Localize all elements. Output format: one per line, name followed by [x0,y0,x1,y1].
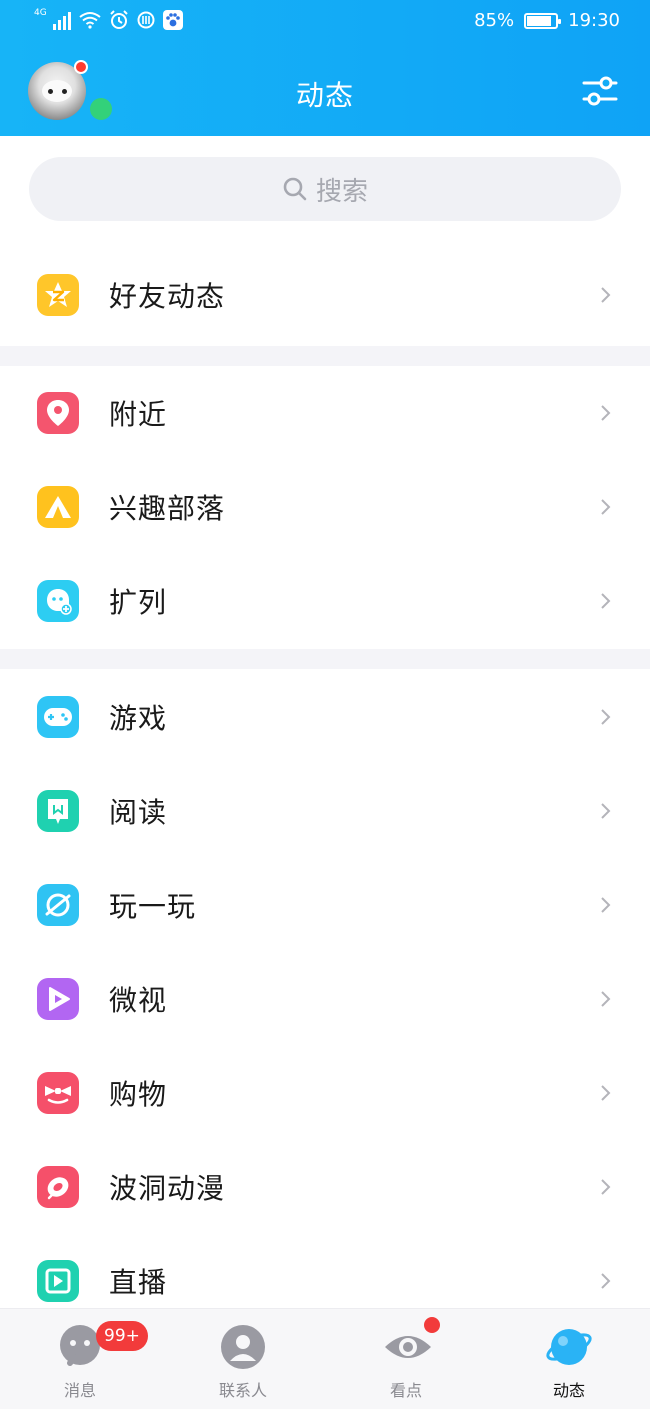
menu-item-label: 游戏 [109,702,168,735]
eye-icon [382,1317,440,1371]
tab-contacts[interactable]: 联系人 [163,1309,323,1409]
book-icon [37,790,79,832]
menu-item-label: 波洞动漫 [109,1172,226,1205]
clock: 19:30 [568,10,620,31]
planet-active-icon [545,1323,593,1371]
network-type: 4G [34,8,47,18]
menu-item-play[interactable]: 玩一玩 [0,858,650,952]
menu-item-label: 玩一玩 [109,890,197,923]
new-content-dot [424,1317,440,1333]
menu-item-label: 阅读 [109,796,168,829]
chevron-right-icon [601,1085,611,1101]
planet-icon [37,884,79,926]
settings-sliders-icon[interactable] [582,74,618,108]
header-bar: 4G 85% 19:30 动态 [0,0,650,136]
menu-item-label: 好友动态 [109,280,226,313]
menu-item-friend-feed[interactable]: 好友动态 [0,248,650,342]
section-divider [0,649,650,669]
chevron-right-icon [601,1179,611,1195]
chevron-right-icon [601,991,611,1007]
gamepad-icon [37,696,79,738]
menu-group-entertainment: 游戏 阅读 玩一玩 微视 购物 波洞动漫 直播 [0,670,650,1328]
chevron-right-icon [601,405,611,421]
tent-icon [37,486,79,528]
status-bar: 4G 85% 19:30 [0,0,650,46]
menu-item-label: 直播 [109,1266,168,1299]
menu-item-shopping[interactable]: 购物 [0,1046,650,1140]
menu-item-expand-friends[interactable]: 扩列 [0,554,650,648]
menu-item-interest-tribe[interactable]: 兴趣部落 [0,460,650,554]
tab-label: 消息 [63,1381,96,1400]
notification-icon [137,11,155,29]
bottom-tab-bar: 消息 99+ 联系人 看点 动态 [0,1308,650,1409]
menu-item-reading[interactable]: 阅读 [0,764,650,858]
tab-messages[interactable]: 消息 99+ [0,1309,160,1409]
location-pin-icon [37,392,79,434]
menu-item-label: 兴趣部落 [109,492,226,525]
chevron-right-icon [601,709,611,725]
comic-icon [37,1166,79,1208]
tab-kandian[interactable]: 看点 [326,1309,486,1409]
bow-icon [37,1072,79,1114]
qzone-star-icon [37,274,79,316]
tab-label: 看点 [389,1381,422,1400]
chevron-right-icon [601,897,611,913]
add-friend-icon [37,580,79,622]
play-icon [37,978,79,1020]
menu-item-comics[interactable]: 波洞动漫 [0,1140,650,1234]
battery-icon [524,12,562,29]
alarm-icon [109,10,128,29]
menu-item-label: 扩列 [109,586,168,619]
avatar-badge-dot [74,60,88,74]
section-divider [0,346,650,366]
unread-badge: 99+ [96,1321,148,1351]
page-title: 动态 [295,79,354,112]
menu-item-label: 购物 [109,1078,168,1111]
search-bar[interactable]: 搜索 [29,157,621,221]
paw-app-icon [162,10,183,30]
menu-item-label: 附近 [109,398,168,431]
live-icon [37,1260,79,1302]
menu-item-nearby[interactable]: 附近 [0,366,650,460]
battery-percent: 85% [474,10,515,31]
menu-item-games[interactable]: 游戏 [0,670,650,764]
search-icon [283,177,307,201]
contact-person-icon [219,1323,267,1371]
signal-icon [52,10,71,30]
menu-item-weishi[interactable]: 微视 [0,952,650,1046]
chevron-right-icon [601,499,611,515]
chevron-right-icon [601,1273,611,1289]
tab-feed[interactable]: 动态 [489,1309,649,1409]
chevron-right-icon [601,593,611,609]
tab-label: 动态 [552,1381,585,1400]
menu-item-label: 微视 [109,984,168,1017]
wifi-icon [79,12,101,29]
search-placeholder: 搜索 [315,176,368,207]
menu-group-friends: 好友动态 [0,248,650,342]
menu-group-social: 附近 兴趣部落 扩列 [0,366,650,648]
chevron-right-icon [601,287,611,303]
chevron-right-icon [601,803,611,819]
tab-label: 联系人 [218,1381,267,1400]
